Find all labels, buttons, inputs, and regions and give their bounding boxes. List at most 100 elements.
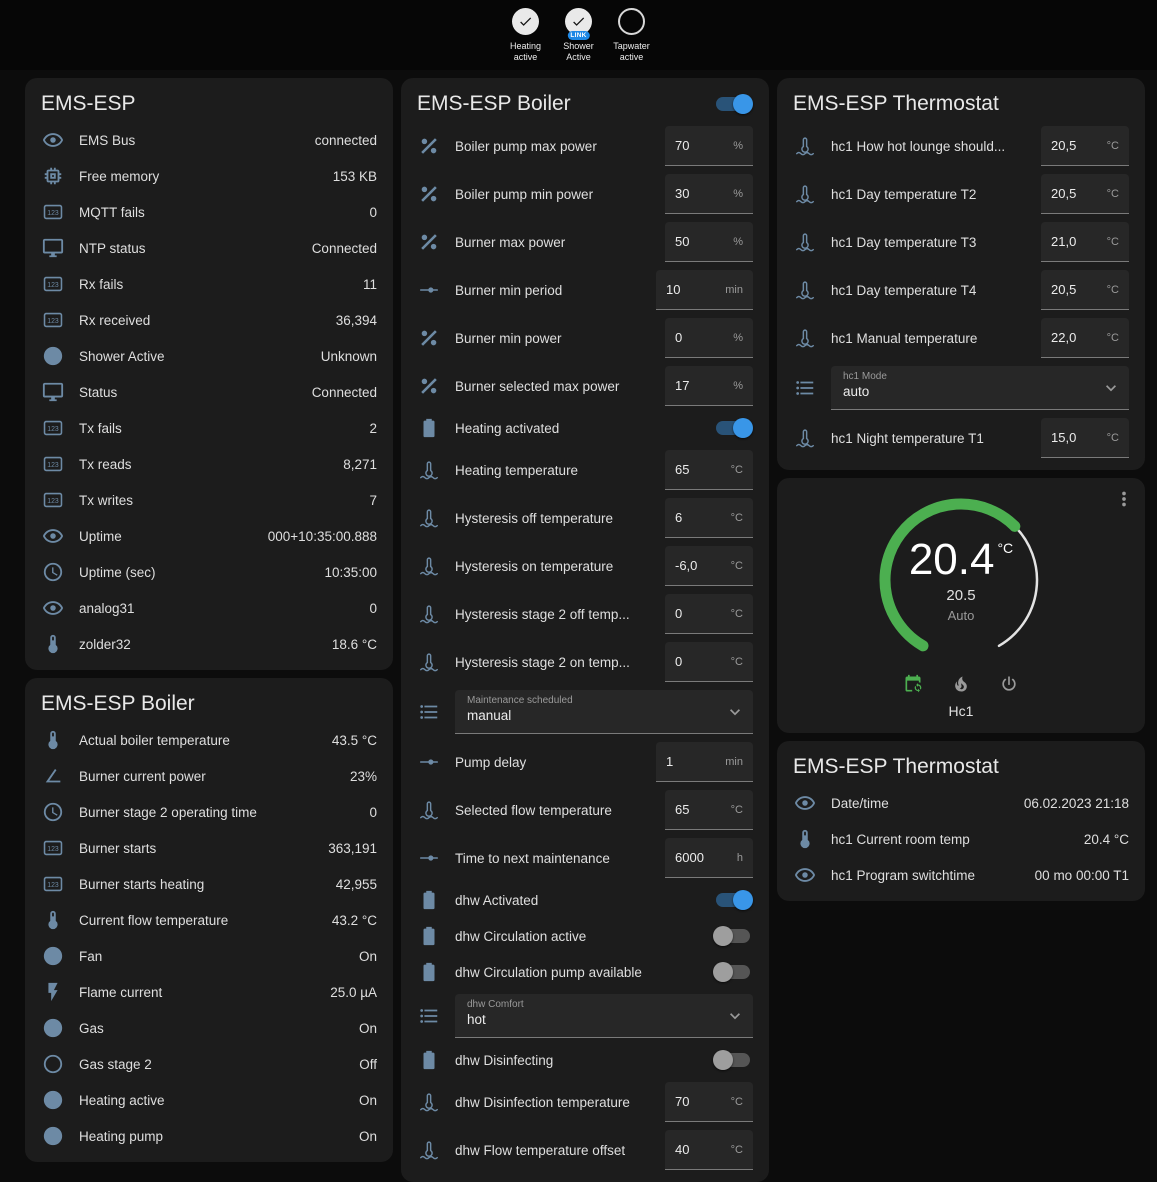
- number-input-hc1-night-temperature-t1[interactable]: 15,0°C: [1041, 418, 1129, 458]
- entity-row-uptime-sec[interactable]: Uptime (sec)10:35:00: [25, 554, 393, 590]
- entity-row-hysteresis-stage-2-on-temp[interactable]: Hysteresis stage 2 on temp...0°C: [401, 638, 769, 686]
- entity-row-pump-delay[interactable]: Pump delay1min: [401, 738, 769, 786]
- entity-row-maintenance-scheduled[interactable]: Maintenance scheduledmanual: [401, 686, 769, 738]
- thermostat-dial[interactable]: 20.4°C20.5Auto: [871, 490, 1051, 670]
- entity-row-hysteresis-on-temperature[interactable]: Hysteresis on temperature-6,0°C: [401, 542, 769, 590]
- entity-row-hc1-day-temperature-t3[interactable]: hc1 Day temperature T321,0°C: [777, 218, 1145, 266]
- number-input-hc1-day-temperature-t3[interactable]: 21,0°C: [1041, 222, 1129, 262]
- entity-row-burner-starts[interactable]: 123Burner starts363,191: [25, 830, 393, 866]
- badge-shower-active[interactable]: LINKShower Active: [554, 8, 604, 64]
- number-input-hc1-manual-temperature[interactable]: 22,0°C: [1041, 318, 1129, 358]
- select-input-hc1-mode[interactable]: hc1 Modeauto: [831, 366, 1129, 410]
- entity-row-tx-fails[interactable]: 123Tx fails2: [25, 410, 393, 446]
- number-input-burner-min-power[interactable]: 0%: [665, 318, 753, 358]
- entity-row-hc1-mode[interactable]: hc1 Modeauto: [777, 362, 1145, 414]
- number-input-hysteresis-off-temperature[interactable]: 6°C: [665, 498, 753, 538]
- entity-row-burner-stage-2-operating-time[interactable]: Burner stage 2 operating time0: [25, 794, 393, 830]
- entity-row-free-memory[interactable]: Free memory153 KB: [25, 158, 393, 194]
- entity-row-zolder32[interactable]: zolder3218.6 °C: [25, 626, 393, 662]
- auto-mode-button[interactable]: [903, 674, 923, 694]
- entity-row-burner-max-power[interactable]: Burner max power50%: [401, 218, 769, 266]
- entity-row-gas-stage-2[interactable]: Gas stage 2Off: [25, 1046, 393, 1082]
- entity-row-hc1-day-temperature-t2[interactable]: hc1 Day temperature T220,5°C: [777, 170, 1145, 218]
- number-input-burner-min-period[interactable]: 10min: [656, 270, 753, 310]
- entity-row-hc1-night-temperature-t1[interactable]: hc1 Night temperature T115,0°C: [777, 414, 1145, 462]
- entity-row-dhw-circulation-active[interactable]: dhw Circulation active: [401, 918, 769, 954]
- entity-row-flame-current[interactable]: Flame current25.0 µA: [25, 974, 393, 1010]
- entity-row-ems-bus[interactable]: EMS Busconnected: [25, 122, 393, 158]
- number-input-hysteresis-stage-2-on-temp[interactable]: 0°C: [665, 642, 753, 682]
- number-input-selected-flow-temperature[interactable]: 65°C: [665, 790, 753, 830]
- entity-row-hc1-how-hot-lounge-should[interactable]: hc1 How hot lounge should...20,5°C: [777, 122, 1145, 170]
- entity-row-hc1-current-room-temp[interactable]: hc1 Current room temp20.4 °C: [777, 821, 1145, 857]
- number-input-heating-temperature[interactable]: 65°C: [665, 450, 753, 490]
- entity-row-analog31[interactable]: analog310: [25, 590, 393, 626]
- entity-row-burner-current-power[interactable]: Burner current power23%: [25, 758, 393, 794]
- number-input-time-to-next-maintenance[interactable]: 6000h: [665, 838, 753, 878]
- entity-row-burner-min-period[interactable]: Burner min period10min: [401, 266, 769, 314]
- toggle-dhw-circulation-pump-available[interactable]: [713, 962, 753, 982]
- entity-row-heating-pump[interactable]: Heating pumpOn: [25, 1118, 393, 1154]
- entity-row-ntp-status[interactable]: NTP statusConnected: [25, 230, 393, 266]
- number-input-burner-max-power[interactable]: 50%: [665, 222, 753, 262]
- select-input-maintenance-scheduled[interactable]: Maintenance scheduledmanual: [455, 690, 753, 734]
- heat-mode-button[interactable]: [951, 674, 971, 694]
- entity-row-current-flow-temperature[interactable]: Current flow temperature43.2 °C: [25, 902, 393, 938]
- entity-row-dhw-disinfection-temperature[interactable]: dhw Disinfection temperature70°C: [401, 1078, 769, 1126]
- select-input-dhw-comfort[interactable]: dhw Comforthot: [455, 994, 753, 1038]
- toggle-dhw-circulation-active[interactable]: [713, 926, 753, 946]
- entity-row-actual-boiler-temperature[interactable]: Actual boiler temperature43.5 °C: [25, 722, 393, 758]
- toggle-dhw-disinfecting[interactable]: [713, 1050, 753, 1070]
- toggle-heating-activated[interactable]: [713, 418, 753, 438]
- number-input-hysteresis-stage-2-off-temp[interactable]: 0°C: [665, 594, 753, 634]
- entity-row-selected-flow-temperature[interactable]: Selected flow temperature65°C: [401, 786, 769, 834]
- entity-row-time-to-next-maintenance[interactable]: Time to next maintenance6000h: [401, 834, 769, 882]
- entity-row-status[interactable]: StatusConnected: [25, 374, 393, 410]
- entity-row-boiler-pump-max-power[interactable]: Boiler pump max power70%: [401, 122, 769, 170]
- number-input-boiler-pump-max-power[interactable]: 70%: [665, 126, 753, 166]
- entity-row-hc1-program-switchtime[interactable]: hc1 Program switchtime00 mo 00:00 T1: [777, 857, 1145, 893]
- entity-row-burner-selected-max-power[interactable]: Burner selected max power17%: [401, 362, 769, 410]
- entity-row-hc1-manual-temperature[interactable]: hc1 Manual temperature22,0°C: [777, 314, 1145, 362]
- entity-row-burner-min-power[interactable]: Burner min power0%: [401, 314, 769, 362]
- number-input-dhw-disinfection-temperature[interactable]: 70°C: [665, 1082, 753, 1122]
- entity-row-burner-starts-heating[interactable]: 123Burner starts heating42,955: [25, 866, 393, 902]
- number-input-boiler-pump-min-power[interactable]: 30%: [665, 174, 753, 214]
- entity-row-date-time[interactable]: Date/time06.02.2023 21:18: [777, 785, 1145, 821]
- entity-row-hc1-day-temperature-t4[interactable]: hc1 Day temperature T420,5°C: [777, 266, 1145, 314]
- entity-row-tx-writes[interactable]: 123Tx writes7: [25, 482, 393, 518]
- entity-row-shower-active[interactable]: Shower ActiveUnknown: [25, 338, 393, 374]
- number-input-hc1-how-hot-lounge-should[interactable]: 20,5°C: [1041, 126, 1129, 166]
- entity-row-boiler-pump-min-power[interactable]: Boiler pump min power30%: [401, 170, 769, 218]
- number-input-hysteresis-on-temperature[interactable]: -6,0°C: [665, 546, 753, 586]
- number-input-burner-selected-max-power[interactable]: 17%: [665, 366, 753, 406]
- badge-tapwater-active[interactable]: Tapwater active: [607, 8, 657, 64]
- number-input-pump-delay[interactable]: 1min: [656, 742, 753, 782]
- off-mode-button[interactable]: [999, 674, 1019, 694]
- entity-row-heating-activated[interactable]: Heating activated: [401, 410, 769, 446]
- entity-row-mqtt-fails[interactable]: 123MQTT fails0: [25, 194, 393, 230]
- entity-row-heating-active[interactable]: Heating activeOn: [25, 1082, 393, 1118]
- entity-row-rx-fails[interactable]: 123Rx fails11: [25, 266, 393, 302]
- entity-row-gas[interactable]: GasOn: [25, 1010, 393, 1046]
- entity-row-tx-reads[interactable]: 123Tx reads8,271: [25, 446, 393, 482]
- entity-row-heating-temperature[interactable]: Heating temperature65°C: [401, 446, 769, 494]
- dots-vertical-icon[interactable]: [1113, 488, 1135, 515]
- card-header-toggle[interactable]: [713, 94, 753, 114]
- badge-heating-active[interactable]: Heating active: [501, 8, 551, 64]
- entity-row-fan[interactable]: FanOn: [25, 938, 393, 974]
- entity-row-dhw-disinfecting[interactable]: dhw Disinfecting: [401, 1042, 769, 1078]
- entity-row-dhw-comfort[interactable]: dhw Comforthot: [401, 990, 769, 1042]
- toggle-dhw-activated[interactable]: [713, 890, 753, 910]
- number-input-hc1-day-temperature-t4[interactable]: 20,5°C: [1041, 270, 1129, 310]
- number-input-dhw-flow-temperature-offset[interactable]: 40°C: [665, 1130, 753, 1170]
- number-value: 20,5: [1051, 186, 1076, 201]
- entity-row-hysteresis-off-temperature[interactable]: Hysteresis off temperature6°C: [401, 494, 769, 542]
- entity-row-uptime[interactable]: Uptime000+10:35:00.888: [25, 518, 393, 554]
- entity-row-rx-received[interactable]: 123Rx received36,394: [25, 302, 393, 338]
- number-input-hc1-day-temperature-t2[interactable]: 20,5°C: [1041, 174, 1129, 214]
- entity-row-hysteresis-stage-2-off-temp[interactable]: Hysteresis stage 2 off temp...0°C: [401, 590, 769, 638]
- entity-row-dhw-circulation-pump-available[interactable]: dhw Circulation pump available: [401, 954, 769, 990]
- entity-row-dhw-activated[interactable]: dhw Activated: [401, 882, 769, 918]
- entity-row-dhw-flow-temperature-offset[interactable]: dhw Flow temperature offset40°C: [401, 1126, 769, 1174]
